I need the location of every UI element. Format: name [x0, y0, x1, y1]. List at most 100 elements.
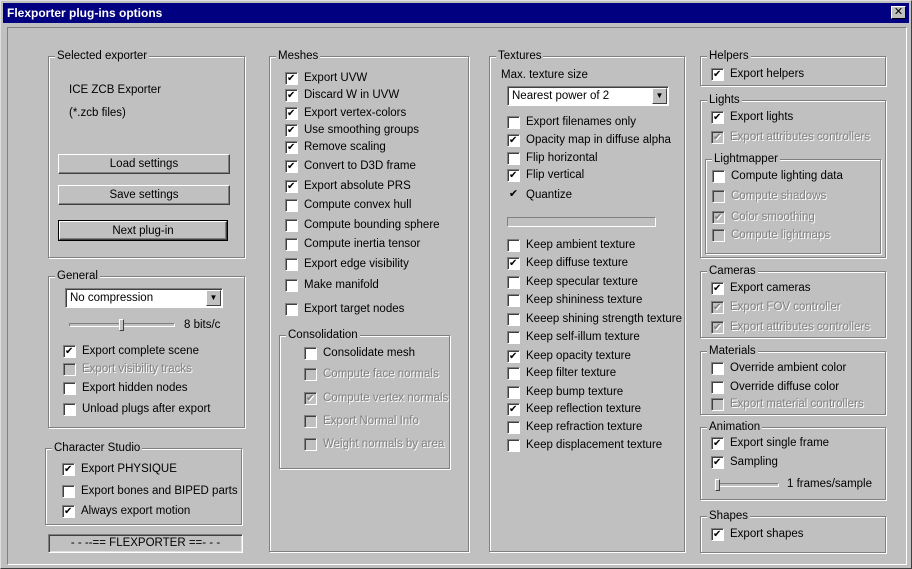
check-icon	[711, 437, 724, 450]
check-icon	[712, 211, 725, 224]
check-icon	[711, 321, 724, 334]
keeep-shining-strength-texture-checkbox[interactable]: Keeep shining strength texture	[507, 313, 682, 327]
compute-face-normals-checkbox: Compute face normals	[304, 368, 439, 382]
bits-slider-thumb[interactable]	[119, 319, 124, 331]
export-physique-checkbox[interactable]: Export PHYSIQUE	[62, 463, 177, 477]
export-single-frame-checkbox[interactable]: Export single frame	[711, 437, 829, 451]
make-manifold-checkbox[interactable]: Make manifold	[285, 279, 379, 293]
checkbox-label: Keep bump texture	[526, 386, 624, 398]
export-uvw-checkbox[interactable]: Export UVW	[285, 72, 367, 86]
keep-shininess-texture-checkbox[interactable]: Keep shininess texture	[507, 294, 642, 308]
exporter-name: ICE ZCB Exporter	[69, 84, 162, 96]
chevron-down-icon[interactable]: ▼	[652, 88, 667, 104]
use-smoothing-groups-checkbox[interactable]: Use smoothing groups	[285, 124, 419, 138]
sampling-slider-track[interactable]	[715, 483, 779, 487]
export-edge-visibility-checkbox[interactable]: Export edge visibility	[285, 258, 409, 272]
keep-displacement-texture-checkbox[interactable]: Keep displacement texture	[507, 439, 662, 453]
export-helpers-checkbox[interactable]: Export helpers	[711, 68, 804, 82]
checkbox-box	[285, 279, 298, 292]
checkbox-box	[507, 386, 520, 399]
exporter-file-types: (*.zcb files)	[69, 107, 126, 119]
checkbox-label: Keep diffuse texture	[526, 257, 629, 269]
override-diffuse-checkbox[interactable]: Override diffuse color	[711, 381, 839, 395]
check-icon	[711, 456, 724, 469]
keep-refraction-texture-checkbox[interactable]: Keep refraction texture	[507, 421, 642, 435]
consolidation-group: Consolidation Consolidate mesh Compute f…	[279, 328, 450, 469]
export-vertex-colors-checkbox[interactable]: Export vertex-colors	[285, 107, 406, 121]
check-icon	[285, 107, 298, 120]
unload-plugs-checkbox[interactable]: Unload plugs after export	[63, 403, 211, 417]
keep-bump-texture-checkbox[interactable]: Keep bump texture	[507, 386, 623, 400]
flip-vertical-checkbox[interactable]: Flip vertical	[507, 169, 584, 183]
keep-self-illum-texture-checkbox[interactable]: Keep self-illum texture	[507, 331, 640, 345]
discard-w-in-uvw-checkbox[interactable]: Discard W in UVW	[285, 89, 399, 103]
load-settings-button[interactable]: Load settings	[58, 154, 230, 174]
export-bones-checkbox[interactable]: Export bones and BIPED parts	[62, 485, 238, 499]
character-studio-group: Character Studio Export PHYSIQUE Export …	[45, 441, 242, 525]
checkbox-label: Make manifold	[304, 279, 379, 291]
save-settings-button[interactable]: Save settings	[58, 185, 230, 205]
bits-label: 8 bits/c	[184, 319, 221, 331]
checkbox-label: Remove scaling	[304, 141, 386, 153]
export-absolute-prs-checkbox[interactable]: Export absolute PRS	[285, 180, 411, 194]
checkbox-box	[285, 238, 298, 251]
lightmapper-title: Lightmapper	[712, 152, 780, 166]
cameras-group: Cameras Export cameras Export FOV contro…	[700, 264, 886, 338]
checkbox-label: Keep shininess texture	[526, 294, 643, 306]
max-texture-size-select[interactable]: Nearest power of 2 ▼	[507, 86, 669, 106]
check-icon	[507, 403, 520, 416]
always-export-motion-checkbox[interactable]: Always export motion	[62, 505, 190, 519]
compression-select[interactable]: No compression ▼	[65, 288, 223, 308]
compute-lighting-data-checkbox[interactable]: Compute lighting data	[712, 170, 843, 184]
export-filenames-only-checkbox[interactable]: Export filenames only	[507, 116, 636, 130]
quantize-checkbox[interactable]: ✔ Quantize	[507, 189, 572, 203]
materials-group: Materials Override ambient color Overrid…	[700, 344, 886, 415]
checkbox-box	[285, 219, 298, 232]
keep-diffuse-texture-checkbox[interactable]: Keep diffuse texture	[507, 257, 628, 271]
override-ambient-checkbox[interactable]: Override ambient color	[711, 362, 846, 376]
compute-bounding-sphere-checkbox[interactable]: Compute bounding sphere	[285, 219, 440, 233]
close-button[interactable]: ✕	[891, 6, 906, 19]
sampling-checkbox[interactable]: Sampling	[711, 456, 778, 470]
meshes-title: Meshes	[276, 49, 321, 63]
checkbox-box	[285, 303, 298, 316]
checkbox-label: Convert to D3D frame	[304, 160, 416, 172]
keep-filter-texture-checkbox[interactable]: Keep filter texture	[507, 367, 616, 381]
next-plugin-button[interactable]: Next plug-in	[58, 220, 228, 241]
checkbox-box	[507, 294, 520, 307]
remove-scaling-checkbox[interactable]: Remove scaling	[285, 141, 386, 155]
export-lights-checkbox[interactable]: Export lights	[711, 111, 793, 125]
checkbox-label: Discard W in UVW	[304, 89, 400, 101]
keep-ambient-texture-checkbox[interactable]: Keep ambient texture	[507, 239, 635, 253]
convert-to-d3d-frame-checkbox[interactable]: Convert to D3D frame	[285, 160, 416, 174]
export-hidden-nodes-checkbox[interactable]: Export hidden nodes	[63, 382, 188, 396]
sampling-slider-thumb[interactable]	[715, 479, 720, 491]
export-cameras-checkbox[interactable]: Export cameras	[711, 282, 811, 296]
flip-horizontal-checkbox[interactable]: Flip horizontal	[507, 152, 598, 166]
keep-specular-texture-checkbox[interactable]: Keep specular texture	[507, 276, 638, 290]
compute-vertex-normals-checkbox: Compute vertex normals	[304, 392, 448, 406]
checkbox-label: Keep refraction texture	[526, 421, 643, 433]
export-shapes-checkbox[interactable]: Export shapes	[711, 528, 804, 542]
check-icon	[711, 301, 724, 314]
checkbox-label: Compute convex hull	[304, 199, 412, 211]
export-complete-scene-checkbox[interactable]: Export complete scene	[63, 345, 199, 359]
compute-shadows-checkbox: Compute shadows	[712, 190, 826, 204]
compute-inertia-tensor-checkbox[interactable]: Compute inertia tensor	[285, 238, 420, 252]
keep-reflection-texture-checkbox[interactable]: Keep reflection texture	[507, 403, 641, 417]
export-target-nodes-checkbox[interactable]: Export target nodes	[285, 303, 404, 317]
compute-convex-hull-checkbox[interactable]: Compute convex hull	[285, 199, 411, 213]
opacity-map-checkbox[interactable]: Opacity map in diffuse alpha	[507, 134, 671, 148]
check-icon	[711, 111, 724, 124]
title-bar: Flexporter plug-ins options ✕	[3, 3, 909, 23]
check-icon	[711, 282, 724, 295]
checkbox-label: Keep reflection texture	[526, 403, 642, 415]
compression-value: No compression	[70, 292, 154, 304]
checkbox-label: Keep ambient texture	[526, 239, 636, 251]
window-title: Flexporter plug-ins options	[7, 6, 163, 20]
chevron-down-icon[interactable]: ▼	[206, 290, 221, 306]
checkbox-label: Compute bounding sphere	[304, 219, 440, 231]
animation-group: Animation Export single frame Sampling 1…	[700, 420, 886, 500]
consolidate-mesh-checkbox[interactable]: Consolidate mesh	[304, 347, 415, 361]
keep-opacity-texture-checkbox[interactable]: Keep opacity texture	[507, 350, 631, 364]
